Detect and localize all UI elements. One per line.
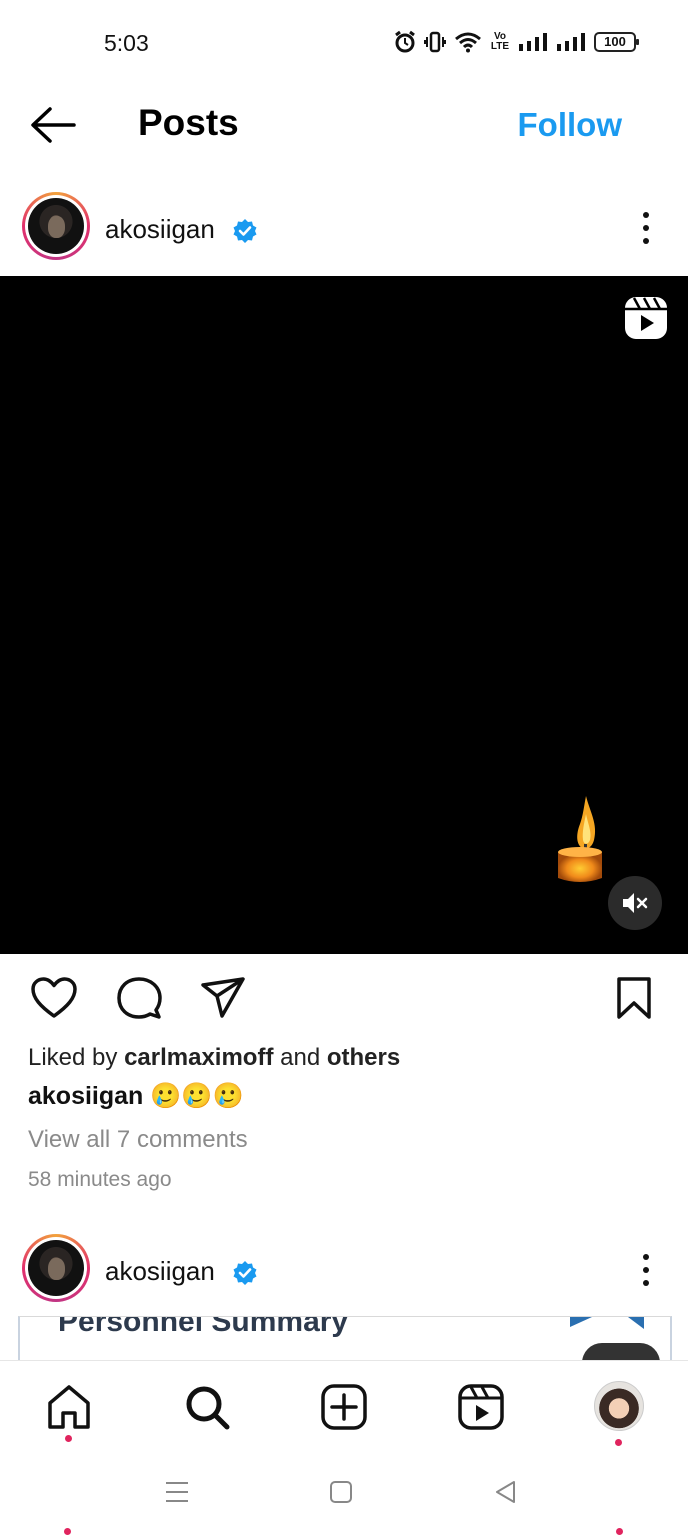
post-timestamp: 58 minutes ago <box>28 1168 172 1191</box>
share-icon[interactable] <box>200 976 246 1020</box>
verified-badge-icon <box>233 219 257 243</box>
alarm-icon <box>395 30 415 53</box>
preview-arrow-shapes <box>570 1317 644 1329</box>
comment-icon[interactable] <box>116 976 162 1022</box>
caption-username[interactable]: akosiigan <box>28 1082 143 1110</box>
post-username[interactable]: akosiigan <box>105 1256 215 1287</box>
view-all-comments-link[interactable]: View all 7 comments <box>28 1126 248 1154</box>
search-icon[interactable] <box>183 1383 231 1431</box>
candle-icon <box>558 796 602 882</box>
reels-icon[interactable] <box>457 1383 505 1431</box>
bottom-nav <box>0 1360 688 1456</box>
home-notification-dot <box>65 1435 72 1442</box>
more-options-icon[interactable] <box>636 210 656 246</box>
likes-and: and <box>280 1044 321 1071</box>
edge-dot <box>616 1528 623 1535</box>
more-options-icon[interactable] <box>636 1252 656 1288</box>
muted-speaker-icon <box>623 893 648 913</box>
back-button-icon[interactable] <box>494 1480 516 1504</box>
avatar[interactable] <box>22 1234 90 1302</box>
liked-by-username[interactable]: carlmaximoff <box>124 1044 273 1071</box>
status-icons: Vo LTE 100 <box>394 30 639 54</box>
create-post-icon[interactable] <box>320 1383 368 1431</box>
reel-icon <box>625 297 667 339</box>
profile-avatar[interactable] <box>594 1381 644 1431</box>
edge-dot <box>64 1528 71 1535</box>
vibrate-icon <box>424 31 446 53</box>
back-arrow-icon[interactable] <box>28 104 78 146</box>
post-caption: akosiigan 🥲🥲🥲 <box>28 1082 244 1111</box>
profile-notification-dot <box>615 1439 622 1446</box>
home-button-icon[interactable] <box>329 1480 353 1504</box>
preview-title: Personnel Summary <box>58 1316 349 1338</box>
volte-indicator: Vo LTE <box>490 31 510 52</box>
post-header: akosiigan <box>0 186 688 274</box>
status-bar: 5:03 Vo LTE 100 <box>0 0 688 88</box>
system-nav-bar <box>0 1456 688 1536</box>
wifi-icon <box>455 32 481 53</box>
likes-prefix: Liked by <box>28 1044 118 1071</box>
top-header: Posts Follow <box>0 88 688 168</box>
mute-toggle-button[interactable] <box>608 876 662 930</box>
battery-icon: 100 <box>594 32 639 52</box>
home-icon[interactable] <box>45 1383 93 1431</box>
signal-icon <box>519 33 547 51</box>
signal-icon-2 <box>557 33 585 51</box>
likes-summary[interactable]: Liked by carlmaximoff and others <box>28 1044 400 1072</box>
post-actions <box>0 970 688 1030</box>
caption-text: 🥲🥲🥲 <box>150 1082 244 1110</box>
page-title: Posts <box>138 102 239 143</box>
next-post-header: akosiigan <box>0 1228 688 1316</box>
follow-button[interactable]: Follow <box>518 106 622 144</box>
recent-apps-icon[interactable] <box>164 1480 190 1504</box>
avatar[interactable] <box>22 192 90 260</box>
bookmark-icon[interactable] <box>614 976 654 1020</box>
post-username[interactable]: akosiigan <box>105 214 215 245</box>
preview-overlay-pill <box>582 1343 660 1360</box>
next-post-media-preview[interactable]: Personnel Summary <box>18 1316 672 1360</box>
heart-icon[interactable] <box>30 976 78 1020</box>
likes-others[interactable]: others <box>327 1044 400 1071</box>
verified-badge-icon <box>233 1261 257 1285</box>
status-time: 5:03 <box>104 30 149 56</box>
